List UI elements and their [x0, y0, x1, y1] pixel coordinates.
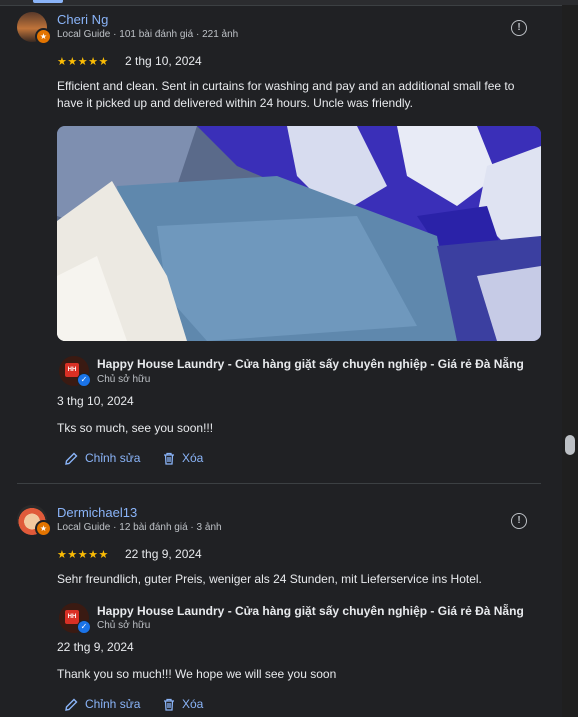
review-date: 22 thg 9, 2024: [125, 547, 202, 561]
owner-role: Chủ sở hữu: [97, 620, 151, 631]
owner-name: Happy House Laundry - Cửa hàng giặt sấy …: [97, 357, 524, 371]
edit-reply-button[interactable]: Chỉnh sửa: [65, 451, 140, 465]
verified-badge-icon: ✓: [77, 620, 91, 634]
pencil-icon: [65, 452, 78, 465]
top-tab-bar: [0, 0, 578, 6]
scrollbar-thumb[interactable]: [565, 435, 575, 455]
delete-reply-button[interactable]: Xóa: [163, 697, 203, 711]
trash-icon: [164, 452, 174, 465]
curtains-photo: [57, 126, 541, 341]
review-photo[interactable]: [57, 126, 541, 341]
pencil-icon: [65, 698, 78, 711]
active-tab-indicator: [33, 0, 63, 3]
reviewer-meta: Local Guide · 101 bài đánh giá · 221 ảnh: [57, 29, 239, 40]
reply-date: 3 thg 10, 2024: [57, 394, 134, 408]
review-divider: [17, 483, 541, 484]
reply-text: Tks so much, see you soon!!!: [57, 421, 214, 435]
review-text: Efficient and clean. Sent in curtains fo…: [57, 79, 515, 110]
reviewer-name[interactable]: Cheri Ng: [57, 12, 108, 27]
reply-text: Thank you so much!!! We hope we will see…: [57, 667, 337, 681]
edit-reply-button[interactable]: Chỉnh sửa: [65, 697, 140, 711]
review-text: Sehr freundlich, guter Preis, weniger al…: [57, 572, 482, 586]
reviewer-meta: Local Guide · 12 bài đánh giá · 3 ảnh: [57, 522, 222, 533]
trash-icon: [164, 698, 174, 711]
delete-reply-button[interactable]: Xóa: [163, 451, 203, 465]
shop-logo-icon: HH: [65, 610, 79, 624]
owner-name: Happy House Laundry - Cửa hàng giặt sấy …: [97, 604, 524, 618]
scrollbar[interactable]: [562, 5, 578, 717]
reviewer-name[interactable]: Dermichael13: [57, 505, 137, 520]
shop-logo-icon: HH: [65, 363, 79, 377]
delete-label: Xóa: [182, 451, 204, 465]
reply-date: 22 thg 9, 2024: [57, 640, 134, 654]
local-guide-badge-icon: ★: [35, 520, 52, 537]
more-options-icon[interactable]: !: [511, 20, 527, 36]
delete-label: Xóa: [182, 697, 204, 711]
edit-label: Chỉnh sửa: [85, 697, 141, 711]
more-options-icon[interactable]: !: [511, 513, 527, 529]
local-guide-badge-icon: ★: [35, 28, 52, 45]
verified-badge-icon: ✓: [77, 373, 91, 387]
rating-stars: ★★★★★: [57, 549, 109, 561]
review-date: 2 thg 10, 2024: [125, 54, 202, 68]
edit-label: Chỉnh sửa: [85, 451, 141, 465]
rating-stars: ★★★★★: [57, 56, 109, 68]
owner-role: Chủ sở hữu: [97, 374, 151, 385]
